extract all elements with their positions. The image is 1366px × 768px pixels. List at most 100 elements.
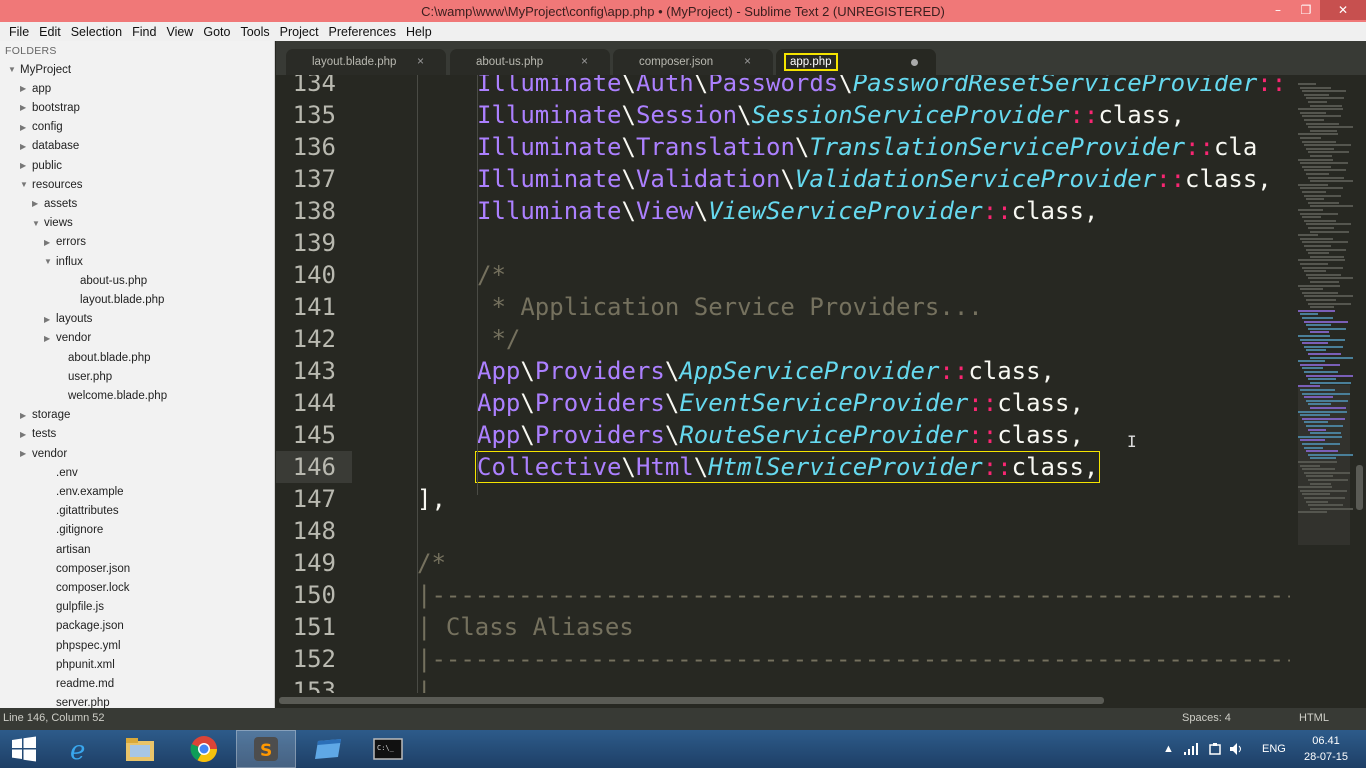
tree-folder[interactable]: ▼ resources: [20, 175, 83, 194]
minimap[interactable]: [1293, 75, 1359, 693]
menu-edit[interactable]: Edit: [34, 25, 66, 39]
tree-file[interactable]: .env.example: [32, 482, 124, 501]
tree-file[interactable]: phpspec.yml: [32, 636, 121, 655]
chevron-right-icon[interactable]: ▶: [20, 103, 32, 112]
tree-file[interactable]: composer.json: [32, 559, 130, 578]
tree-file[interactable]: layout.blade.php: [56, 290, 164, 309]
tab-about-us[interactable]: about-us.php ×: [450, 49, 610, 75]
input-language[interactable]: ENG: [1262, 730, 1286, 768]
tree-file[interactable]: phpunit.xml: [32, 655, 115, 674]
chevron-right-icon[interactable]: ▶: [20, 84, 32, 93]
menu-tools[interactable]: Tools: [235, 25, 274, 39]
code-token: \: [664, 389, 680, 417]
tree-file[interactable]: .gitignore: [32, 521, 103, 540]
chevron-right-icon[interactable]: ▶: [20, 411, 32, 420]
tree-folder[interactable]: ▶ assets: [32, 194, 77, 213]
indentation-setting[interactable]: Spaces: 4: [1182, 712, 1231, 724]
tree-folder[interactable]: ▶ bootstrap: [20, 98, 80, 117]
syntax-selector[interactable]: HTML: [1299, 712, 1329, 724]
unsaved-dot-icon[interactable]: [911, 59, 918, 66]
tree-folder[interactable]: ▼ influx: [44, 252, 83, 271]
menu-view[interactable]: View: [161, 25, 198, 39]
chevron-right-icon[interactable]: ▶: [44, 334, 56, 343]
chevron-right-icon[interactable]: ▶: [20, 123, 32, 132]
taskbar-sublime-text[interactable]: S: [236, 730, 296, 768]
tree-file[interactable]: readme.md: [32, 674, 114, 693]
minimap-line: [1306, 399, 1348, 402]
minimap-line: [1308, 353, 1341, 355]
menu-project[interactable]: Project: [275, 25, 324, 39]
tree-folder[interactable]: ▶ vendor: [20, 444, 67, 463]
taskbar-chrome[interactable]: [174, 730, 234, 768]
taskbar-internet-explorer[interactable]: e: [50, 730, 110, 768]
chevron-down-icon[interactable]: ▼: [20, 180, 32, 189]
line-number: 152: [292, 645, 336, 673]
tree-file[interactable]: about-us.php: [56, 271, 147, 290]
chevron-down-icon[interactable]: ▼: [44, 257, 56, 266]
tree-folder[interactable]: ▼ views: [32, 214, 73, 233]
taskbar-remote-desktop[interactable]: [298, 730, 358, 768]
tree-folder[interactable]: ▶ vendor: [44, 329, 91, 348]
code-editor[interactable]: 134 Illuminate\Auth\Passwords\PasswordRes…: [276, 75, 1290, 693]
line-number: 144: [292, 389, 336, 417]
chevron-right-icon[interactable]: ▶: [20, 430, 32, 439]
menu-preferences[interactable]: Preferences: [324, 25, 401, 39]
tree-file[interactable]: gulpfile.js: [32, 598, 104, 617]
code-token: Illuminate: [477, 75, 622, 97]
chevron-right-icon[interactable]: ▶: [20, 142, 32, 151]
tree-item-label: public: [32, 159, 63, 172]
menu-find[interactable]: Find: [127, 25, 161, 39]
tab-app-php[interactable]: app.php: [776, 49, 936, 75]
tree-file[interactable]: user.php: [44, 367, 112, 386]
clock-date: 28-07-15: [1303, 751, 1349, 763]
maximize-button[interactable]: ❐: [1292, 0, 1320, 20]
taskbar-command-prompt[interactable]: C:\_: [358, 730, 418, 768]
menu-selection[interactable]: Selection: [66, 25, 127, 39]
code-token: \: [780, 165, 795, 193]
close-button[interactable]: ✕: [1320, 0, 1366, 20]
tree-folder[interactable]: ▼ MyProject: [8, 60, 71, 79]
tree-file[interactable]: about.blade.php: [44, 348, 151, 367]
chevron-down-icon[interactable]: ▼: [32, 219, 44, 228]
taskbar-file-explorer[interactable]: [110, 730, 170, 768]
vertical-scrollbar[interactable]: [1353, 75, 1366, 693]
minimap-line: [1302, 317, 1333, 319]
tab-close-icon[interactable]: ×: [581, 54, 588, 68]
horizontal-scrollbar-thumb[interactable]: [279, 697, 1104, 704]
chevron-right-icon[interactable]: ▶: [44, 315, 56, 324]
tray-overflow-icon[interactable]: ▲: [1163, 730, 1174, 768]
menu-help[interactable]: Help: [401, 25, 437, 39]
tree-folder[interactable]: ▶ public: [20, 156, 62, 175]
tree-file[interactable]: artisan: [32, 540, 91, 559]
chevron-right-icon[interactable]: ▶: [32, 199, 44, 208]
vertical-scrollbar-thumb[interactable]: [1356, 465, 1363, 510]
horizontal-scrollbar[interactable]: [276, 693, 1366, 708]
tree-folder[interactable]: ▶ tests: [20, 425, 56, 444]
tree-file[interactable]: package.json: [32, 617, 124, 636]
tab-close-icon[interactable]: ×: [744, 54, 751, 68]
chevron-right-icon[interactable]: ▶: [44, 238, 56, 247]
tree-item-label: about.blade.php: [68, 351, 151, 364]
tree-file[interactable]: composer.lock: [32, 578, 130, 597]
start-button[interactable]: [0, 730, 48, 768]
tree-file[interactable]: welcome.blade.php: [44, 386, 167, 405]
tree-file[interactable]: .env: [32, 463, 78, 482]
tab-composer-json[interactable]: composer.json ×: [613, 49, 773, 75]
tree-file[interactable]: .gitattributes: [32, 502, 119, 521]
chevron-down-icon[interactable]: ▼: [8, 65, 20, 74]
menu-goto[interactable]: Goto: [198, 25, 235, 39]
minimap-line: [1304, 446, 1323, 449]
minimize-button[interactable]: –: [1264, 0, 1292, 20]
tab-layout-blade[interactable]: layout.blade.php ×: [286, 49, 446, 75]
chevron-right-icon[interactable]: ▶: [20, 161, 32, 170]
tab-close-icon[interactable]: ×: [417, 54, 424, 68]
tree-folder[interactable]: ▶ storage: [20, 406, 70, 425]
tree-folder[interactable]: ▶ layouts: [44, 310, 92, 329]
system-clock[interactable]: 06.41 28-07-15: [1295, 733, 1357, 765]
tree-folder[interactable]: ▶ errors: [44, 233, 86, 252]
tree-folder[interactable]: ▶ config: [20, 118, 63, 137]
tree-folder[interactable]: ▶ app: [20, 79, 51, 98]
menu-file[interactable]: File: [4, 25, 34, 39]
chevron-right-icon[interactable]: ▶: [20, 449, 32, 458]
tree-folder[interactable]: ▶ database: [20, 137, 79, 156]
